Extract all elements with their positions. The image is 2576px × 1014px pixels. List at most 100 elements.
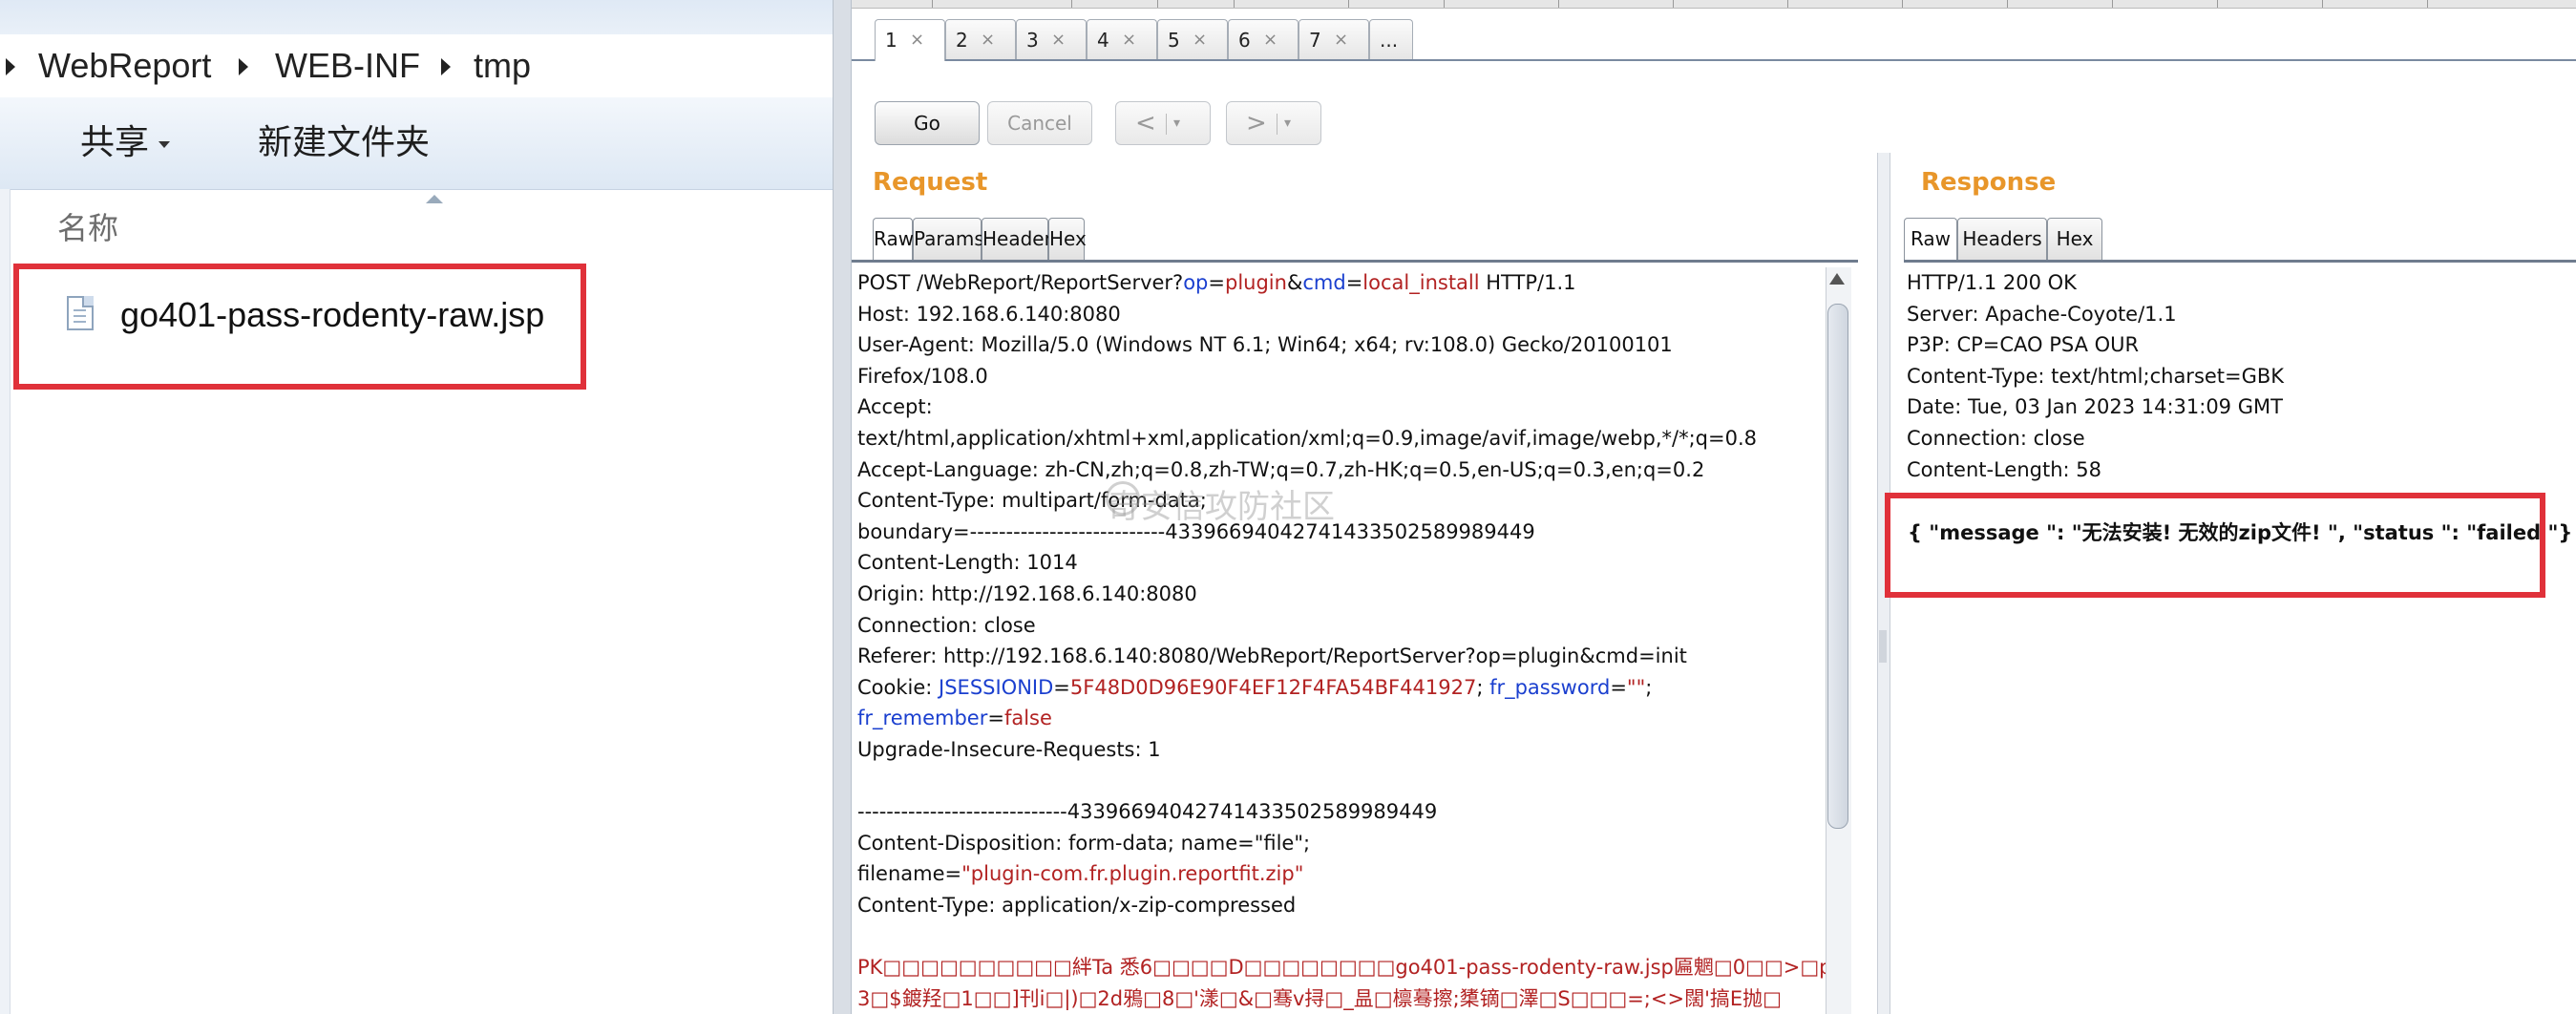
tab-label: 4 (1097, 29, 1109, 52)
tab-label: 2 (956, 29, 968, 52)
back-button[interactable]: < ▾ (1115, 101, 1211, 145)
request-line: Content-Disposition: form-data; name="fi… (857, 831, 1311, 855)
request-tab-headers[interactable]: Headers (982, 218, 1062, 260)
breadcrumb-arrow-icon[interactable] (239, 58, 248, 75)
response-line: P3P: CP=CAO PSA OUR (1907, 333, 2140, 357)
response-line: Connection: close (1907, 426, 2085, 450)
request-line (857, 920, 1812, 952)
request-line: Cookie: JSESSIONID=5F48D0D96E90F4EF12F4F… (857, 675, 1653, 699)
burp-top-tab-strip (852, 0, 2576, 9)
response-pane-title: Response (1921, 168, 2057, 197)
response-line: Content-Type: text/html;charset=GBK (1907, 364, 2285, 388)
share-label: 共享 (80, 123, 150, 162)
tab-label: 6 (1238, 29, 1251, 52)
request-line: Origin: http://192.168.6.140:8080 (857, 581, 1197, 605)
tab-label: 1 (885, 29, 897, 52)
forward-arrow-icon: > (1246, 109, 1267, 137)
breadcrumb-arrow-icon[interactable] (6, 58, 15, 75)
response-line: Server: Apache-Coyote/1.1 (1907, 302, 2177, 326)
forward-dropdown-icon: ▾ (1284, 116, 1292, 131)
file-explorer-window: WebReport WEB-INF tmp 共享 新建文件夹 名称 go401-… (0, 0, 833, 1014)
back-dropdown-icon: ▾ (1173, 116, 1181, 131)
burp-repeater-window: Go Cancel < ▾ > ▾ Request Raw Params Hea… (852, 0, 2576, 1014)
request-tab-hex[interactable]: Hex (1048, 218, 1087, 260)
close-tab-icon[interactable]: × (910, 20, 924, 60)
breadcrumb-item-web-inf[interactable]: WEB-INF (275, 34, 420, 97)
request-line: Content-Type: application/x-zip-compress… (857, 893, 1297, 917)
go-button[interactable]: Go (875, 101, 980, 145)
close-tab-icon[interactable]: × (1334, 20, 1348, 60)
request-line: Accept-Language: zh-CN,zh;q=0.8,zh-TW;q=… (857, 457, 1705, 481)
address-bar[interactable]: WebReport WEB-INF tmp (0, 34, 833, 98)
breadcrumb-item-tmp[interactable]: tmp (474, 34, 531, 97)
explorer-command-bar: 共享 新建文件夹 (0, 97, 833, 190)
close-tab-icon[interactable]: × (1193, 20, 1207, 60)
repeater-tab-3[interactable]: 3 × (1016, 19, 1087, 59)
request-scrollbar-thumb[interactable] (1827, 304, 1848, 829)
request-line: User-Agent: Mozilla/5.0 (Windows NT 6.1;… (857, 333, 1673, 357)
navigation-pane-edge[interactable] (0, 189, 11, 1014)
watermark-text: 奇安信攻防社区 (1108, 488, 1335, 526)
response-line: Content-Length: 58 (1907, 457, 2102, 481)
request-line: Referer: http://192.168.6.140:8080/WebRe… (857, 644, 1687, 668)
file-highlight-box (13, 264, 586, 390)
close-tab-icon[interactable]: × (1263, 20, 1277, 60)
tab-label: ... (1380, 29, 1399, 52)
request-line: -----------------------------43396694042… (857, 800, 1438, 824)
repeater-tab-1[interactable]: 1 × (875, 19, 945, 61)
request-tab-baseline (852, 260, 1858, 263)
breadcrumb-arrow-icon[interactable] (441, 58, 451, 75)
close-tab-icon[interactable]: × (1122, 20, 1136, 60)
response-tab-raw[interactable]: Raw (1904, 218, 1957, 260)
request-line: text/html,application/xhtml+xml,applicat… (857, 426, 1757, 450)
request-line: Firefox/108.0 (857, 364, 988, 388)
sort-ascending-icon (426, 195, 443, 203)
response-tab-headers[interactable]: Headers (1957, 218, 2047, 260)
repeater-tab-more[interactable]: ... (1369, 19, 1413, 59)
request-line: fr_remember=false (857, 707, 1052, 730)
response-raw-viewer[interactable]: HTTP/1.1 200 OK Server: Apache-Coyote/1.1… (1907, 267, 2556, 485)
response-highlight-box (1885, 493, 2545, 598)
request-pane-title: Request (873, 168, 988, 197)
response-tab-hex[interactable]: Hex (2047, 218, 2102, 260)
tab-bar-baseline (852, 59, 2576, 61)
request-line: boundary=---------------------------4339… (857, 519, 1535, 543)
back-arrow-icon: < (1135, 109, 1156, 137)
repeater-tab-6[interactable]: 6 × (1228, 19, 1299, 59)
request-line: POST /WebReport/ReportServer?op=plugin&c… (857, 271, 1576, 294)
tab-label: 3 (1026, 29, 1039, 52)
request-line: Connection: close (857, 613, 1036, 637)
close-tab-icon[interactable]: × (1051, 20, 1066, 60)
repeater-tab-7[interactable]: 7 × (1299, 19, 1369, 59)
request-line: PK□□□□□□□□□□絆Ta 悉6□□□□D□□□□□□□□go401-pas… (857, 956, 1832, 980)
repeater-tab-4[interactable]: 4 × (1087, 19, 1157, 59)
request-raw-editor[interactable]: POST /WebReport/ReportServer?op=plugin&c… (857, 267, 1832, 1014)
column-header-name[interactable]: 名称 (57, 204, 118, 248)
forward-button[interactable]: > ▾ (1226, 101, 1321, 145)
request-line (857, 766, 1812, 797)
share-menu-button[interactable]: 共享 (80, 97, 171, 189)
scroll-up-arrow-icon[interactable] (1829, 273, 1845, 285)
splitter-grip-icon[interactable] (1879, 630, 1887, 663)
tab-label: 5 (1168, 29, 1180, 52)
request-line: 3□$鍍羟□1□□]刊i□|)□2d鴉□8□'漾□&□骞v挦□_昷□檩蓦擦;橥镝… (857, 986, 1782, 1010)
request-line: Accept: (857, 395, 933, 419)
response-line: Date: Tue, 03 Jan 2023 14:31:09 GMT (1907, 395, 2283, 419)
request-line: Upgrade-Insecure-Requests: 1 (857, 737, 1161, 761)
cancel-button[interactable]: Cancel (987, 101, 1092, 145)
response-tab-baseline (1904, 260, 2576, 263)
repeater-tab-2[interactable]: 2 × (945, 19, 1016, 59)
explorer-title-strip (0, 0, 833, 35)
request-line: Content-Length: 1014 (857, 551, 1078, 575)
breadcrumb-item-webreport[interactable]: WebReport (38, 34, 211, 97)
request-line: Content-Type: multipart/form-data; (857, 489, 1207, 513)
chevron-down-icon (158, 140, 171, 148)
request-tab-params[interactable]: Params (913, 218, 984, 260)
request-tab-raw[interactable]: Raw (873, 218, 914, 260)
request-line: filename="plugin-com.fr.plugin.reportfit… (857, 862, 1304, 886)
tab-label: 7 (1309, 29, 1321, 52)
new-folder-button[interactable]: 新建文件夹 (258, 97, 430, 189)
repeater-tab-5[interactable]: 5 × (1157, 19, 1228, 59)
request-line: Host: 192.168.6.140:8080 (857, 302, 1121, 326)
close-tab-icon[interactable]: × (981, 20, 995, 60)
